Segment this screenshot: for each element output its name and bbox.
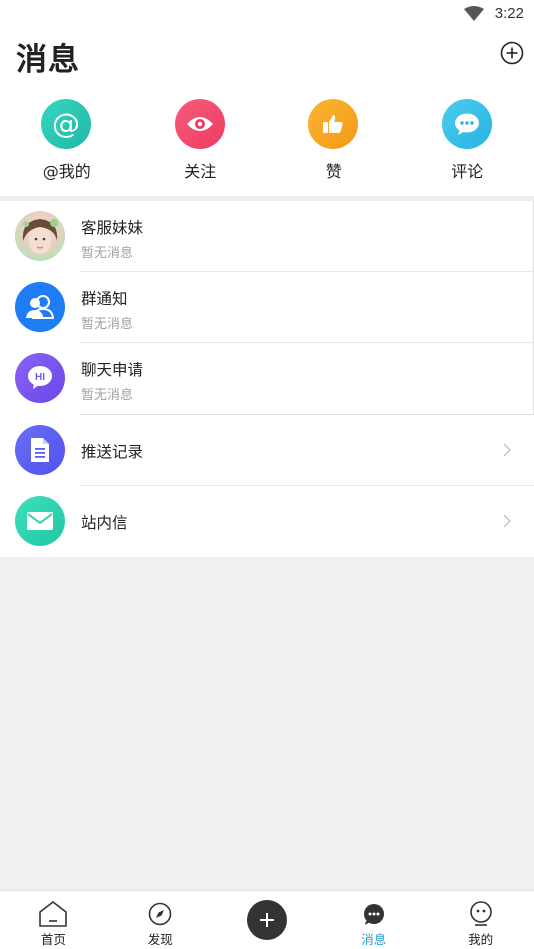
add-circle-icon[interactable]: [500, 41, 524, 65]
conversation-item-group-notice[interactable]: 群通知 暂无消息: [0, 272, 533, 343]
profile-icon: [466, 899, 496, 929]
tab-messages[interactable]: 消息: [320, 891, 427, 949]
eye-icon: [174, 99, 225, 149]
page-header: 消息: [0, 28, 534, 88]
document-icon: [15, 425, 65, 475]
quick-action-follow[interactable]: 关注: [134, 88, 268, 196]
chevron-right-icon: [503, 443, 512, 457]
tab-home[interactable]: 首页: [0, 891, 107, 949]
menu-item-push-history[interactable]: 推送记录: [0, 415, 534, 486]
plus-icon: [246, 900, 287, 940]
bottom-tab-bar: 首页 发现 消息 我的: [0, 890, 534, 949]
menu-item-label: 站内信: [81, 514, 128, 532]
message-list: 客服妹妹 暂无消息 群通知 暂无消息 HI 聊天申请 暂无消息 推送记录 站内信: [0, 201, 534, 557]
tab-label: 消息: [361, 932, 387, 947]
customer-service-avatar: [15, 211, 65, 261]
mail-icon: [15, 496, 65, 546]
conversation-name: 群通知: [81, 290, 128, 308]
tab-profile[interactable]: 我的: [427, 891, 534, 949]
discover-icon: [145, 899, 175, 929]
home-icon: [38, 899, 68, 929]
tab-discover[interactable]: 发现: [107, 891, 214, 949]
quick-action-mentions[interactable]: @ @我的: [0, 88, 134, 196]
hi-chat-icon: HI: [15, 353, 65, 403]
conversation-preview: 暂无消息: [81, 246, 134, 261]
status-time: 3:22: [494, 5, 524, 22]
conversation-item-chat-request[interactable]: HI 聊天申请 暂无消息: [0, 343, 533, 414]
tab-publish[interactable]: [214, 891, 321, 949]
conversation-preview: 暂无消息: [81, 388, 134, 403]
conversation-preview: 暂无消息: [81, 317, 134, 332]
tab-label: 我的: [468, 932, 494, 947]
chevron-right-icon: [503, 514, 512, 528]
quick-action-label: 赞: [325, 162, 342, 181]
menu-item-label: 推送记录: [81, 443, 144, 461]
conversation-item-customer-service[interactable]: 客服妹妹 暂无消息: [0, 201, 533, 272]
quick-action-comments[interactable]: 评论: [401, 88, 534, 196]
conversation-name: 聊天申请: [81, 361, 144, 379]
quick-action-label: 关注: [184, 162, 217, 181]
message-icon: [359, 899, 389, 929]
menu-item-inbox[interactable]: 站内信: [0, 486, 534, 557]
wifi-icon: [464, 6, 484, 21]
quick-actions: @ @我的 关注 赞 评论: [0, 88, 534, 196]
conversation-name: 客服妹妹: [81, 219, 144, 237]
tab-label: 发现: [147, 932, 173, 947]
thumbs-up-icon: [308, 99, 358, 149]
tab-label: 首页: [40, 932, 66, 947]
quick-action-label: @我的: [42, 162, 91, 181]
svg-text:HI: HI: [35, 372, 45, 383]
at-icon: @: [41, 99, 91, 149]
quick-action-likes[interactable]: 赞: [267, 88, 401, 196]
comment-icon: [441, 99, 492, 149]
page-title: 消息: [16, 42, 80, 78]
quick-action-label: 评论: [451, 162, 484, 181]
status-bar: 3:22: [0, 0, 534, 28]
group-users-icon: [15, 282, 65, 332]
